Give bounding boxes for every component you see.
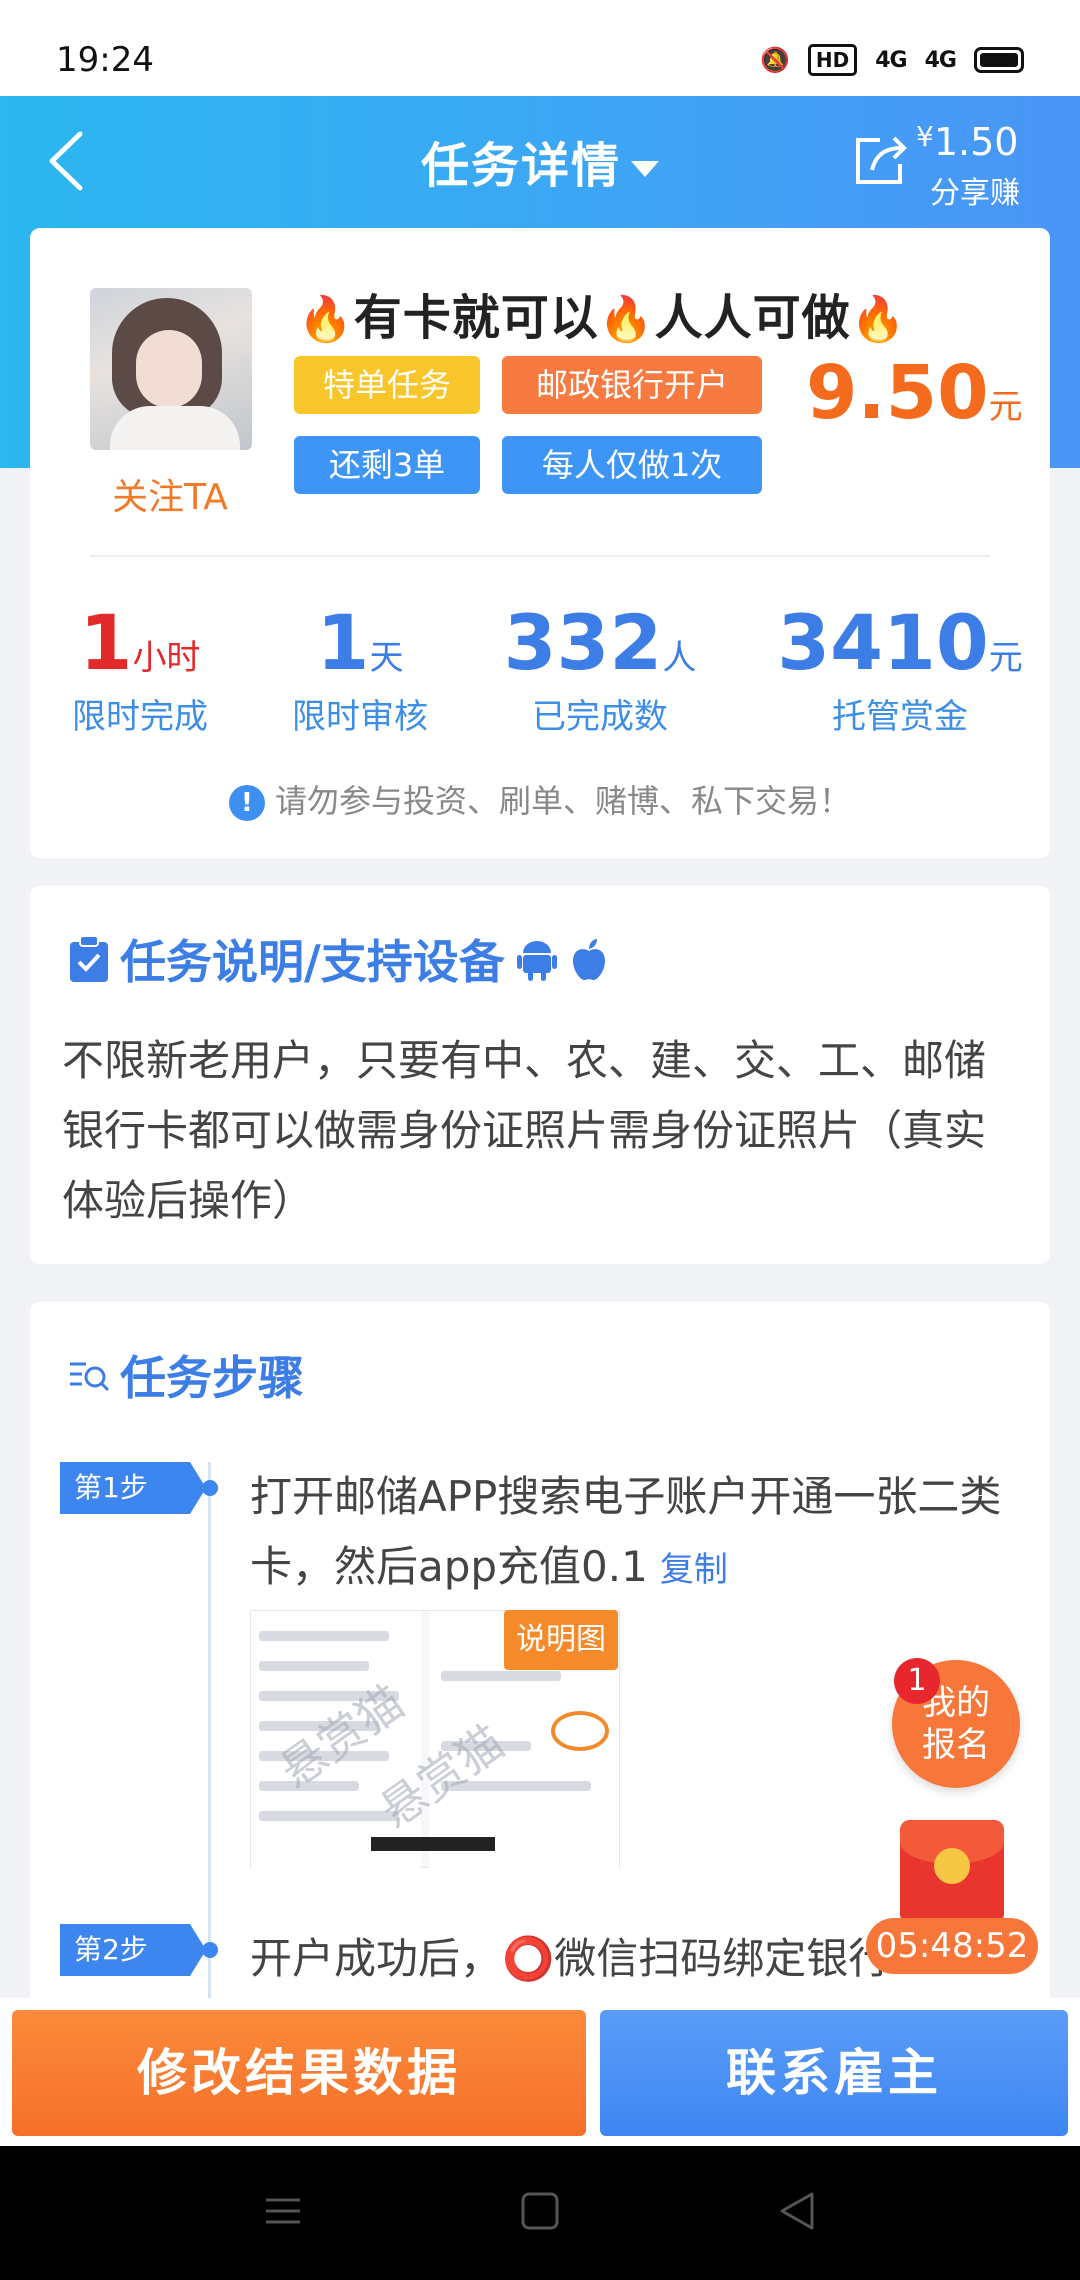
alert-icon: ! bbox=[228, 785, 265, 821]
tag-remaining: 还剩3单 bbox=[294, 436, 480, 494]
system-nav-bar bbox=[0, 2146, 1080, 2280]
countdown-timer: 05:48:52 bbox=[866, 1918, 1038, 1974]
clipboard-icon bbox=[70, 935, 108, 982]
back-nav-icon[interactable] bbox=[772, 2186, 822, 2236]
apple-icon bbox=[572, 939, 605, 981]
share-amount: ¥1.50 bbox=[916, 120, 1019, 164]
nav-bar: 任务详情 ¥1.50 分享赚 bbox=[0, 96, 1080, 228]
android-icon bbox=[516, 941, 557, 981]
price-unit: 元 bbox=[988, 387, 1023, 427]
task-description-card: 任务说明/支持设备 不限新老用户，只要有中、农、建、交、工、邮储银行卡都可以做需… bbox=[30, 886, 1050, 1264]
task-title: 🔥有卡就可以🔥人人可做🔥 bbox=[298, 290, 907, 346]
chevron-down-icon bbox=[631, 161, 659, 177]
fire-icon: 🔥 bbox=[850, 294, 907, 345]
status-icons: 🔕 HD 4G 4G bbox=[760, 44, 1024, 76]
mute-icon: 🔕 bbox=[760, 46, 790, 74]
tag-once-per-user: 每人仅做1次 bbox=[502, 436, 762, 494]
step-dot bbox=[202, 1942, 218, 1958]
step-dot bbox=[202, 1480, 218, 1496]
fire-icon: 🔥 bbox=[298, 294, 354, 345]
share-button[interactable]: ¥1.50 分享赚 bbox=[850, 120, 1050, 211]
home-icon[interactable] bbox=[515, 2186, 565, 2236]
description-text: 不限新老用户，只要有中、农、建、交、工、邮储银行卡都可以做需身份证照片需身份证照… bbox=[62, 1036, 987, 1225]
avatar[interactable] bbox=[90, 288, 252, 450]
task-summary-card: 关注TA 🔥有卡就可以🔥人人可做🔥 特单任务 邮政银行开户 还剩3单 每人仅做1… bbox=[30, 228, 1050, 858]
signal-icon-2: 4G bbox=[924, 47, 957, 73]
modify-result-button[interactable]: 修改结果数据 bbox=[12, 2010, 586, 2136]
share-icon bbox=[856, 136, 907, 184]
follow-button[interactable]: 关注TA bbox=[70, 468, 270, 520]
task-steps-card: 任务步骤 第1步 打开邮储APP搜索电子账户开通一张二类卡，然后app充值0.1… bbox=[30, 1302, 1050, 2022]
steps-title: 任务步骤 bbox=[68, 1342, 304, 1408]
copy-link[interactable]: 复制 bbox=[660, 1550, 728, 1590]
notification-badge: 1 bbox=[894, 1658, 940, 1704]
stat-review-limit: 1天 限时审核 bbox=[292, 598, 428, 737]
stat-completed-count: 332人 已完成数 bbox=[503, 598, 697, 737]
task-price: 9.50元 bbox=[806, 350, 1023, 436]
stat-escrow-reward: 3410元 托管赏金 bbox=[777, 598, 1023, 737]
contact-employer-button[interactable]: 联系雇主 bbox=[600, 2010, 1068, 2136]
tag-special-task: 特单任务 bbox=[294, 356, 480, 414]
battery-icon bbox=[974, 47, 1024, 73]
tag-bank-account: 邮政银行开户 bbox=[502, 356, 762, 414]
page-title-text: 任务详情 bbox=[420, 138, 621, 194]
fire-icon: 🔥 bbox=[598, 294, 655, 345]
warning-notice: ! 请勿参与投资、刷单、赌博、私下交易！ bbox=[30, 776, 1050, 822]
hd-icon: HD bbox=[807, 44, 858, 76]
signal-icon-1: 4G bbox=[875, 47, 907, 73]
status-time: 19:24 bbox=[56, 40, 154, 80]
description-title: 任务说明/支持设备 bbox=[68, 926, 609, 992]
divider bbox=[90, 555, 990, 557]
status-bar: 19:24 🔕 HD 4G 4G bbox=[0, 0, 1080, 96]
search-list-icon bbox=[70, 1362, 110, 1392]
stat-time-limit: 1小时 限时完成 bbox=[72, 598, 208, 737]
menu-icon[interactable] bbox=[258, 2186, 308, 2236]
price-value: 9.50 bbox=[806, 350, 989, 436]
step-1-text: 打开邮储APP搜索电子账户开通一张二类卡，然后app充值0.1 复制 bbox=[250, 1472, 1002, 1591]
share-label: 分享赚 bbox=[930, 176, 1020, 211]
screenshot-label: 说明图 bbox=[504, 1610, 618, 1670]
red-envelope-icon[interactable] bbox=[900, 1820, 1004, 1924]
